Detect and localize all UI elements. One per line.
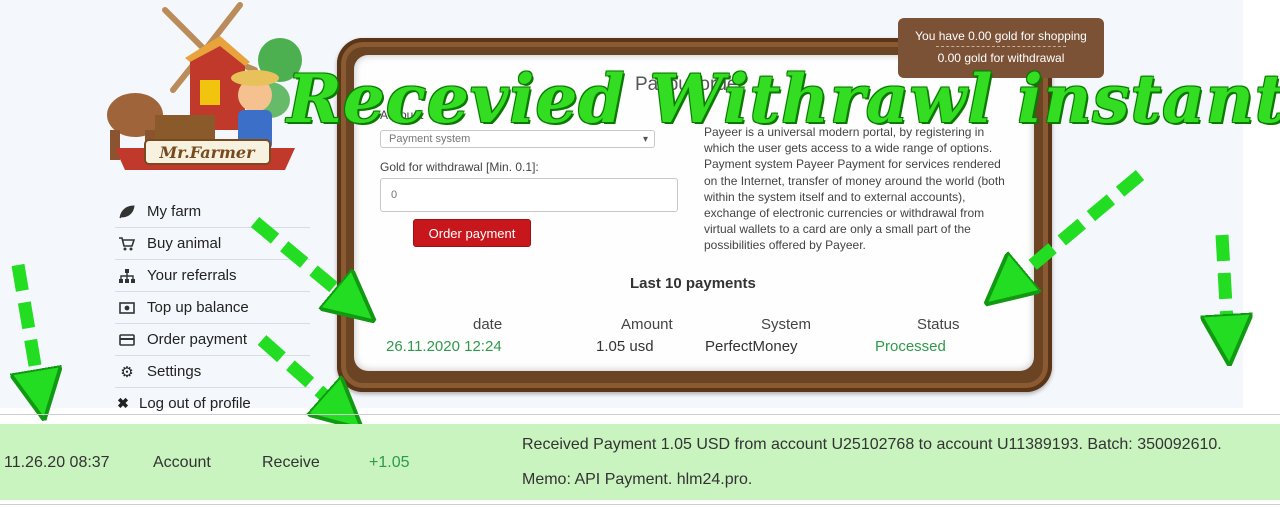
leaf-icon [117,204,137,219]
sidebar-item-settings[interactable]: ⚙ Settings [115,356,310,388]
cart-icon [117,236,137,251]
sidebar-item-label: Order payment [147,331,248,348]
gear-icon: ⚙ [120,363,134,381]
table-header-date: date [473,316,503,333]
money-icon [117,301,137,314]
tx-direction: Receive [262,454,320,471]
sidebar-item-label: Top up balance [147,299,249,316]
table-header-status: Status [917,316,960,333]
sidebar-item-buy-animal[interactable]: Buy animal [115,228,310,260]
sidebar-item-referrals[interactable]: Your referrals [115,260,310,292]
table-header-system: System [761,316,812,333]
tx-type: Account [153,454,211,471]
svg-text:Mr.Farmer: Mr.Farmer [158,143,256,162]
sitemap-icon [117,268,137,283]
tx-datetime: 11.26.20 08:37 [4,454,110,471]
payment-status: Processed [875,338,946,355]
balance-divider [936,46,1066,47]
sidebar-item-my-farm[interactable]: My farm [115,196,310,228]
sidebar-item-order-payment[interactable]: Order payment [115,324,310,356]
last-payments-title: Last 10 payments [630,275,756,292]
sidebar-item-label: Log out of profile [139,395,251,412]
tx-divider-top [0,414,1280,415]
sidebar-item-label: Settings [147,363,202,380]
table-header-amount: Amount [621,316,673,333]
close-icon: ✖ [117,395,129,411]
gold-withdrawal-input[interactable] [380,178,678,212]
sidebar-item-label: My farm [147,203,202,220]
credit-card-icon [117,333,137,346]
tx-amount: +1.05 [369,454,410,471]
mr-farmer-logo[interactable]: Mr.Farmer [95,0,305,190]
sidebar-menu: My farm Buy animal Your referrals Top up… [115,196,310,419]
tx-divider-bottom [0,504,1280,505]
sidebar-item-top-up[interactable]: Top up balance [115,292,310,324]
sidebar-item-label: Buy animal [147,235,222,252]
balance-shopping: You have 0.00 gold for shopping [915,29,1087,43]
payment-system: PerfectMoney [705,338,798,355]
overlay-caption: Recevied Withrawl instant [287,60,1280,138]
tx-memo-line1: Received Payment 1.05 USD from account U… [522,436,1222,453]
order-payment-button[interactable]: Order payment [413,219,531,247]
gold-withdrawal-label: Gold for withdrawal [Min. 0.1]: [380,160,539,174]
tx-memo-line2: Memo: API Payment. hlm24.pro. [522,471,753,488]
payeer-description: Payeer is a universal modern portal, by … [704,125,1005,253]
sidebar-item-label: Your referrals [147,267,237,284]
payment-amount: 1.05 usd [596,338,654,355]
payment-date: 26.11.2020 12:24 [386,338,502,355]
transaction-row: 11.26.20 08:37 Account Receive +1.05 Rec… [0,424,1280,500]
